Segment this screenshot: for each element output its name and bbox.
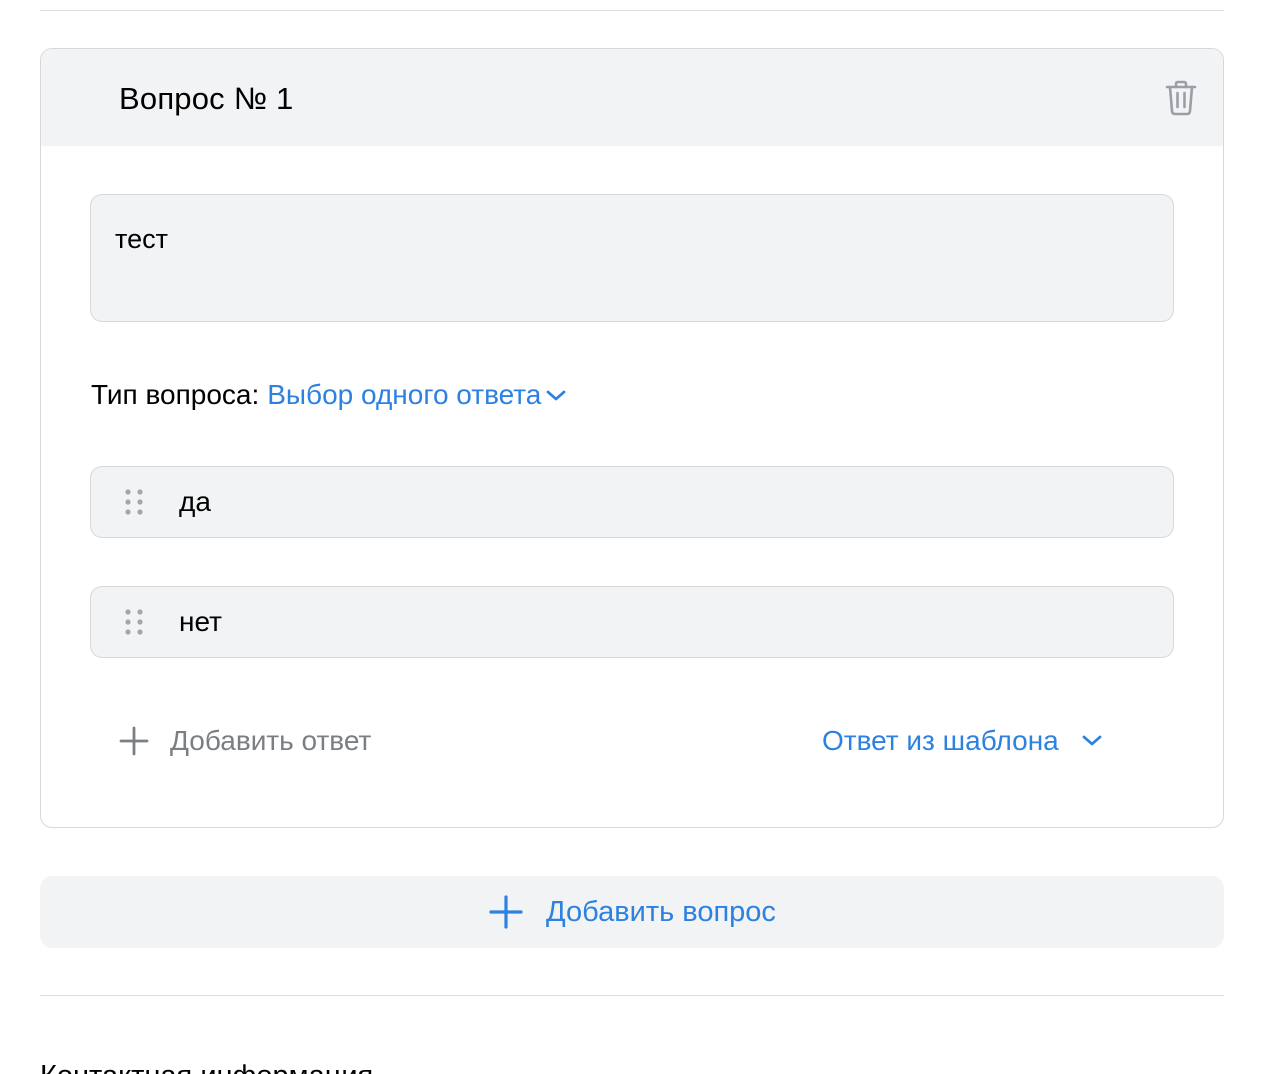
drag-handle-icon[interactable]: [123, 488, 145, 516]
answer-item[interactable]: нет: [90, 586, 1174, 658]
question-type-value: Выбор одного ответа: [267, 379, 542, 410]
question-card-header: Вопрос № 1: [41, 49, 1223, 146]
template-answer-label: Ответ из шаблона: [822, 725, 1059, 756]
add-answer-button[interactable]: Добавить ответ: [118, 725, 371, 757]
trash-icon: [1165, 80, 1197, 116]
question-title: Вопрос № 1: [119, 81, 294, 116]
bottom-divider: [40, 995, 1224, 996]
chevron-down-icon: [1082, 735, 1102, 746]
contact-info-section-title: Контактная информация: [40, 1060, 373, 1074]
question-card: Вопрос № 1 тест Тип вопроса: Выбор одног…: [40, 48, 1224, 828]
poll-editor: Вопрос № 1 тест Тип вопроса: Выбор одног…: [0, 0, 1262, 1074]
answer-text: да: [179, 486, 211, 517]
question-type-label: Тип вопроса:: [91, 379, 260, 410]
question-type-row: Тип вопроса: Выбор одного ответа: [91, 379, 567, 411]
add-answer-label: Добавить ответ: [170, 725, 372, 756]
answer-item[interactable]: да: [90, 466, 1174, 538]
answer-text: нет: [179, 606, 222, 637]
add-question-label: Добавить вопрос: [546, 895, 776, 928]
question-text-field[interactable]: тест: [90, 194, 1174, 322]
add-question-button[interactable]: Добавить вопрос: [40, 876, 1224, 948]
delete-question-button[interactable]: [1163, 79, 1199, 117]
question-type-dropdown[interactable]: Выбор одного ответа: [267, 379, 567, 411]
drag-handle-icon[interactable]: [123, 608, 145, 636]
top-divider: [40, 10, 1224, 11]
plus-icon: [489, 895, 523, 929]
plus-icon: [119, 726, 149, 756]
chevron-down-icon: [546, 390, 566, 401]
template-answer-dropdown[interactable]: Ответ из шаблона: [822, 725, 1103, 757]
